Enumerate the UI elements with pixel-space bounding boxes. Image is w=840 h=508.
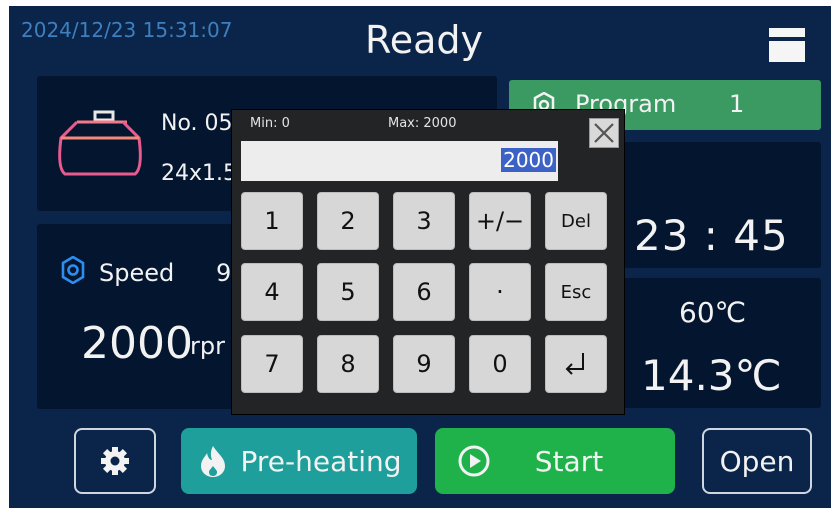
gear-icon xyxy=(61,256,85,284)
play-circle-icon xyxy=(458,445,490,477)
key-6[interactable]: 6 xyxy=(393,263,455,321)
enter-return-icon xyxy=(565,353,584,375)
sample-number: No. 05 xyxy=(161,111,233,136)
flame-icon xyxy=(201,446,226,477)
status-title: Ready xyxy=(365,18,483,62)
keypad-input-value: 2000 xyxy=(501,148,556,172)
datetime-display: 2024/12/23 15:31:07 xyxy=(21,18,233,42)
preheat-label: Pre-heating xyxy=(240,444,402,478)
rpm-value: 2000 xyxy=(81,318,193,369)
speed-setting: 9 xyxy=(216,259,232,287)
preheat-button[interactable]: Pre-heating xyxy=(181,428,417,494)
keypad-min-label: Min: 0 xyxy=(250,116,290,131)
start-button[interactable]: Start xyxy=(435,428,675,494)
key-decimal[interactable]: · xyxy=(469,263,531,321)
temperature-setpoint: 60℃ xyxy=(679,296,747,329)
numeric-keypad-dialog: Min: 0 Max: 2000 2000 1 2 3 +/− Del 4 5 … xyxy=(232,110,624,414)
keypad-input[interactable]: 2000 xyxy=(241,141,558,181)
key-enter[interactable] xyxy=(545,335,607,393)
close-icon xyxy=(594,123,614,143)
key-9[interactable]: 9 xyxy=(393,335,455,393)
settings-gear-icon xyxy=(101,447,129,475)
rpm-unit: rpr xyxy=(190,332,225,360)
key-4[interactable]: 4 xyxy=(241,263,303,321)
menu-icon[interactable] xyxy=(769,28,805,62)
timer-value: 23 : 45 xyxy=(634,211,789,260)
speed-label: Speed xyxy=(99,259,175,287)
close-button[interactable] xyxy=(589,118,619,148)
key-8[interactable]: 8 xyxy=(317,335,379,393)
open-label: Open xyxy=(719,444,795,478)
program-number: 1 xyxy=(729,90,745,118)
temperature-current: 14.3℃ xyxy=(641,351,782,400)
key-7[interactable]: 7 xyxy=(241,335,303,393)
key-1[interactable]: 1 xyxy=(241,192,303,250)
start-label: Start xyxy=(534,444,604,478)
settings-button[interactable] xyxy=(74,428,156,494)
sample-bag-icon xyxy=(58,110,142,176)
key-5[interactable]: 5 xyxy=(317,263,379,321)
open-button[interactable]: Open xyxy=(702,428,812,494)
key-plus-minus[interactable]: +/− xyxy=(469,192,531,250)
key-escape[interactable]: Esc xyxy=(545,263,607,321)
keypad-max-label: Max: 2000 xyxy=(388,116,457,131)
key-2[interactable]: 2 xyxy=(317,192,379,250)
key-3[interactable]: 3 xyxy=(393,192,455,250)
sample-size: 24x1.5 xyxy=(161,161,238,186)
key-delete[interactable]: Del xyxy=(545,192,607,250)
key-0[interactable]: 0 xyxy=(469,335,531,393)
